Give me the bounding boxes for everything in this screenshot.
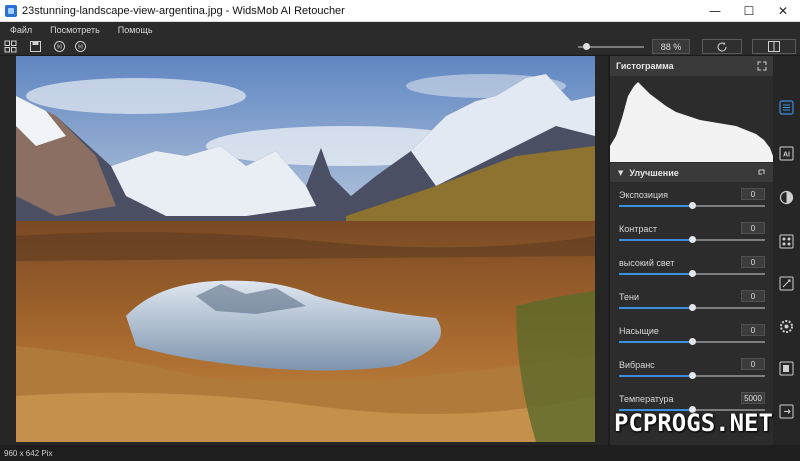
minimize-button[interactable]: —	[698, 0, 732, 22]
slider-value-input[interactable]: 0	[741, 188, 765, 200]
slider-value-input[interactable]: 0	[741, 222, 765, 234]
zoom-slider[interactable]	[578, 43, 644, 50]
slider-row: высокий свет 0	[619, 250, 765, 284]
enhance-section-title: Улучшение	[629, 167, 679, 178]
slider-fill	[619, 307, 692, 309]
menu-help[interactable]: Помощь	[118, 25, 153, 35]
slider-knob[interactable]	[689, 236, 696, 243]
filter-icon[interactable]	[779, 234, 794, 249]
gear-icon[interactable]	[779, 319, 794, 334]
window-controls: — ☐ ✕	[698, 0, 800, 22]
rotate-right-icon[interactable]: 90	[74, 40, 87, 53]
effects-icon[interactable]	[779, 276, 794, 291]
status-bar: 960 x 642 Pix	[0, 445, 800, 461]
slider-track[interactable]	[619, 236, 765, 243]
histogram-title: Гистограмма	[616, 61, 674, 71]
zoom-slider-knob[interactable]	[582, 43, 590, 50]
enhance-section-header[interactable]: ▼ Улучшение	[610, 163, 773, 182]
reset-icon[interactable]	[757, 168, 766, 177]
slider-fill	[619, 239, 692, 241]
slider-row: Насыщие 0	[619, 318, 765, 352]
enhance-icon[interactable]	[779, 100, 794, 115]
slider-knob[interactable]	[689, 338, 696, 345]
slider-value-input[interactable]: 0	[741, 324, 765, 336]
adjustments-panel: Гистограмма ▼ Улучшение Экспозиция 0 Контр…	[610, 56, 773, 445]
svg-text:AI: AI	[783, 152, 790, 159]
slider-label: Насыщие	[619, 326, 659, 336]
slider-label: Экспозиция	[619, 190, 668, 200]
slider-value-input[interactable]: 5000	[741, 392, 765, 404]
slider-knob[interactable]	[689, 202, 696, 209]
slider-track[interactable]	[619, 338, 765, 345]
slider-fill	[619, 205, 692, 207]
tone-icon[interactable]	[779, 190, 794, 205]
image-canvas[interactable]	[0, 56, 608, 445]
title-bar: 23stunning-landscape-view-argentina.jpg …	[0, 0, 800, 22]
compare-button[interactable]	[752, 39, 796, 54]
slider-fill	[619, 273, 692, 275]
refresh-button[interactable]	[702, 39, 742, 54]
tool-sidebar: AI	[773, 56, 800, 445]
slider-knob[interactable]	[689, 304, 696, 311]
sliders-list: Экспозиция 0 Контраст 0 высокий свет 0 Тени 0 На…	[610, 182, 773, 420]
watermark: PCPROGS.NET	[614, 409, 773, 437]
landscape-photo[interactable]	[16, 56, 595, 442]
menu-file[interactable]: Файл	[10, 25, 32, 35]
slider-row: Тени 0	[619, 284, 765, 318]
slider-row: Контраст 0	[619, 216, 765, 250]
zoom-level[interactable]: 88 %	[652, 39, 690, 54]
slider-row: Вибранс 0	[619, 352, 765, 386]
slider-label: Контраст	[619, 224, 657, 234]
histogram-header: Гистограмма	[610, 56, 773, 76]
rotate-left-icon[interactable]: 90	[53, 40, 66, 53]
app-window: 23stunning-landscape-view-argentina.jpg …	[0, 0, 800, 461]
slider-track[interactable]	[619, 270, 765, 277]
slider-knob[interactable]	[689, 372, 696, 379]
histogram	[610, 76, 773, 162]
save-icon[interactable]	[29, 40, 42, 53]
slider-track[interactable]	[619, 202, 765, 209]
close-button[interactable]: ✕	[766, 0, 800, 22]
slider-track[interactable]	[619, 372, 765, 379]
svg-text:90: 90	[57, 45, 63, 51]
export-icon[interactable]	[779, 404, 794, 419]
copy-icon[interactable]	[779, 361, 794, 376]
expand-icon[interactable]	[757, 61, 767, 71]
slider-fill	[619, 375, 692, 377]
slider-label: высокий свет	[619, 258, 675, 268]
toolbar: 90 90 88 %	[0, 37, 800, 56]
slider-label: Вибранс	[619, 360, 655, 370]
collapse-arrow-icon: ▼	[618, 168, 624, 177]
menu-bar: Файл Посмотреть Помощь	[0, 22, 800, 37]
slider-value-input[interactable]: 0	[741, 358, 765, 370]
ai-icon[interactable]: AI	[779, 146, 794, 161]
image-dimensions: 960 x 642 Pix	[4, 448, 53, 458]
slider-value-input[interactable]: 0	[741, 256, 765, 268]
slider-fill	[619, 341, 692, 343]
app-logo-icon	[5, 4, 17, 17]
grid-icon[interactable]	[4, 40, 17, 53]
slider-row: Экспозиция 0	[619, 182, 765, 216]
maximize-button[interactable]: ☐	[732, 0, 766, 22]
compare-icon	[768, 41, 780, 52]
window-title: 23stunning-landscape-view-argentina.jpg …	[22, 4, 345, 17]
svg-text:90: 90	[78, 45, 84, 51]
slider-value-input[interactable]: 0	[741, 290, 765, 302]
slider-knob[interactable]	[689, 270, 696, 277]
refresh-icon	[717, 41, 727, 52]
menu-view[interactable]: Посмотреть	[50, 25, 100, 35]
slider-label: Температура	[619, 394, 674, 404]
slider-label: Тени	[619, 292, 639, 302]
slider-track[interactable]	[619, 304, 765, 311]
